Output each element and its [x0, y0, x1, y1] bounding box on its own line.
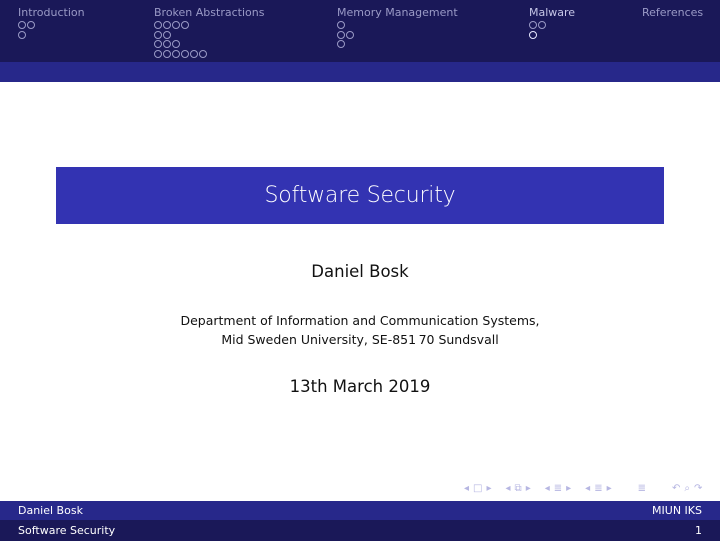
frame-dot-icon[interactable]	[538, 21, 546, 29]
nav-subsection-row	[154, 20, 264, 30]
frame-dot-icon[interactable]	[154, 21, 162, 29]
frame-dot-icon[interactable]	[163, 40, 171, 48]
frame-dot-icon[interactable]	[18, 21, 26, 29]
nav-subsection-row	[18, 30, 85, 40]
nav-section-title[interactable]: References	[642, 6, 703, 19]
nav-dots	[529, 20, 575, 39]
footer-top-band: Daniel Bosk MIUN IKS	[0, 501, 720, 520]
frame-dot-icon[interactable]	[154, 40, 162, 48]
subsection-bar	[0, 62, 720, 82]
nav-section-title[interactable]: Broken Abstractions	[154, 6, 264, 19]
nav-subsection-row	[18, 20, 85, 30]
section-next-icon[interactable]: ▸	[566, 483, 571, 495]
presentation-title: Software Security	[264, 183, 456, 208]
frame-dot-icon[interactable]	[27, 21, 35, 29]
subsection-prev-icon[interactable]: ◂	[506, 483, 511, 495]
frame-dot-icon[interactable]	[190, 49, 198, 58]
nav-section-title[interactable]: Introduction	[18, 6, 85, 19]
nav-subsection-row	[337, 39, 458, 49]
beamer-navigation-symbols: ◂ □ ▸ ◂ ⧉ ▸ ◂ ≣ ▸ ◂ ≣ ▸ ≣ ↶ ⌕ ↷	[462, 483, 704, 495]
frame-dot-icon[interactable]	[18, 30, 26, 39]
nav-dots	[337, 20, 458, 49]
nav-dots	[18, 20, 85, 39]
frame-dot-icon[interactable]	[154, 49, 162, 58]
nav-section-title[interactable]: Malware	[529, 6, 575, 19]
frame-dot-icon[interactable]	[529, 30, 537, 39]
footer-bottom-band: Software Security 1	[0, 520, 720, 541]
frame-dot-icon[interactable]	[154, 30, 162, 39]
nav-section-memory-management[interactable]: Memory Management	[337, 6, 458, 49]
nav-subsection-row	[154, 30, 264, 40]
presentation-date: 13th March 2019	[289, 377, 431, 396]
frame-dot-icon[interactable]	[337, 30, 345, 39]
institute: Department of Information and Communicat…	[0, 311, 720, 349]
section-navigation-bar: Introduction Broken Abstractions Memory …	[0, 0, 720, 62]
frame-dot-icon[interactable]	[163, 49, 171, 58]
back-icon[interactable]: ↶	[672, 483, 680, 495]
document-icon[interactable]: ≣	[638, 483, 646, 495]
nav-subsection-row	[154, 39, 264, 49]
footer-author: Daniel Bosk	[18, 504, 83, 517]
frame-icon[interactable]: □	[473, 483, 482, 495]
frame-dot-icon[interactable]	[346, 30, 354, 39]
frame-dot-icon[interactable]	[172, 40, 180, 48]
nav-dots	[154, 20, 264, 58]
nav-subsection-row	[529, 20, 575, 30]
frame-dot-icon[interactable]	[172, 21, 180, 29]
slide-icon[interactable]: ≣	[594, 483, 602, 495]
frame-dot-icon[interactable]	[172, 49, 180, 58]
frame-dot-icon[interactable]	[163, 30, 171, 39]
subsection-icon[interactable]: ⧉	[515, 483, 522, 495]
nav-subsection-row	[154, 49, 264, 59]
nav-subsection-row	[529, 30, 575, 40]
section-icon[interactable]: ≣	[554, 483, 562, 495]
slide-prev-icon[interactable]: ◂	[585, 483, 590, 495]
frame-dot-icon[interactable]	[337, 40, 345, 48]
nav-section-broken-abstractions[interactable]: Broken Abstractions	[154, 6, 264, 58]
frame-dot-icon[interactable]	[529, 21, 537, 29]
search-icon[interactable]: ⌕	[684, 483, 690, 495]
nav-subsection-row	[337, 20, 458, 30]
footer-institute: MIUN IKS	[652, 504, 702, 517]
subsection-next-icon[interactable]: ▸	[526, 483, 531, 495]
frame-prev-icon[interactable]: ◂	[464, 483, 469, 495]
author-name: Daniel Bosk	[311, 262, 409, 281]
institute-line-2: Mid Sweden University, SE-851 70 Sundsva…	[221, 332, 499, 347]
frame-dot-icon[interactable]	[181, 21, 189, 29]
frame-dot-icon[interactable]	[181, 49, 189, 58]
nav-subsection-row	[337, 30, 458, 40]
institute-line-1: Department of Information and Communicat…	[180, 313, 540, 328]
frame-dot-icon[interactable]	[163, 21, 171, 29]
frame-dot-icon[interactable]	[337, 21, 345, 29]
forward-icon[interactable]: ↷	[694, 483, 702, 495]
nav-section-introduction[interactable]: Introduction	[18, 6, 85, 39]
nav-section-references[interactable]: References	[642, 6, 703, 20]
title-block: Software Security	[56, 167, 664, 224]
nav-section-title[interactable]: Memory Management	[337, 6, 458, 19]
slide-next-icon[interactable]: ▸	[607, 483, 612, 495]
footer-title: Software Security	[18, 524, 116, 537]
frame-next-icon[interactable]: ▸	[486, 483, 491, 495]
page-number: 1	[695, 524, 702, 537]
nav-section-malware[interactable]: Malware	[529, 6, 575, 39]
section-prev-icon[interactable]: ◂	[545, 483, 550, 495]
frame-dot-icon[interactable]	[199, 49, 207, 58]
